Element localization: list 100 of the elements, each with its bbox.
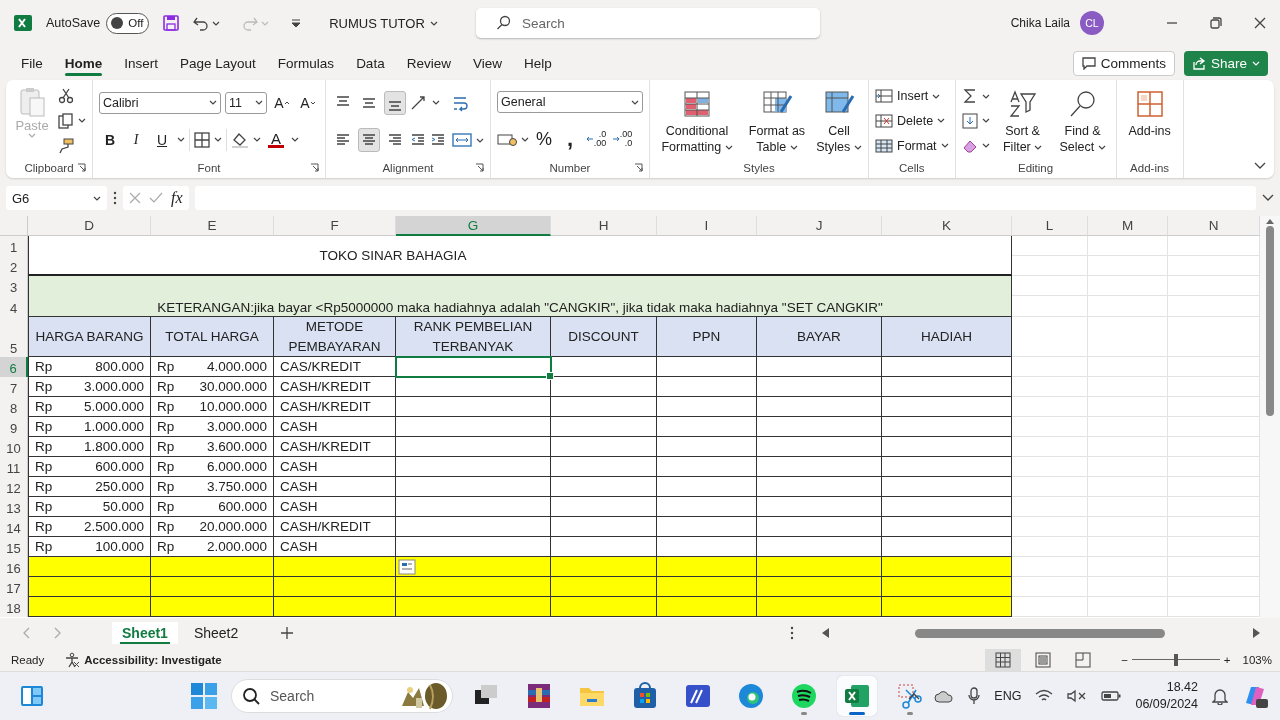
merge-center-icon[interactable] — [452, 132, 472, 148]
row-number[interactable]: 10 — [0, 437, 28, 457]
muted-speaker-icon[interactable] — [1067, 689, 1088, 703]
borders-icon[interactable] — [194, 131, 210, 148]
row-number[interactable]: 15 — [0, 537, 28, 557]
column-header[interactable]: K — [882, 216, 1012, 236]
italic-button[interactable]: I — [125, 127, 147, 152]
row-number[interactable]: 7 — [0, 377, 28, 397]
grow-font-button[interactable]: A — [271, 90, 293, 115]
increase-indent-icon[interactable] — [430, 131, 446, 148]
row-number[interactable]: 5 — [0, 317, 28, 357]
underline-button[interactable]: U — [151, 127, 173, 152]
name-box[interactable]: G6 — [6, 186, 107, 210]
insert-function-button[interactable]: fx — [171, 189, 183, 207]
cell-styles-button[interactable]: Cell Styles — [816, 84, 862, 158]
column-header[interactable]: L — [1012, 216, 1088, 236]
row-number[interactable]: 1 — [0, 236, 28, 256]
column-header[interactable]: I — [657, 216, 757, 236]
font-size-field[interactable]: 11 — [225, 91, 267, 114]
horizontal-scrollbar-thumb[interactable] — [915, 628, 1165, 638]
number-format-field[interactable]: General — [497, 91, 643, 113]
font-name-field[interactable]: Calibri — [99, 91, 221, 114]
row-number[interactable]: 9 — [0, 417, 28, 437]
row-number[interactable]: 18 — [0, 597, 28, 617]
notification-bell-icon[interactable] — [1212, 687, 1228, 705]
save-icon[interactable] — [163, 15, 180, 31]
column-header[interactable]: G — [396, 216, 551, 236]
search-field[interactable]: Search — [476, 8, 820, 38]
font-color-button[interactable]: A — [265, 127, 287, 152]
sheet-tab[interactable]: Sheet2 — [183, 622, 249, 644]
ribbon-tab[interactable]: Data — [356, 50, 385, 76]
document-title[interactable]: RUMUS TUTOR — [329, 15, 438, 31]
autosave-toggle[interactable]: Off — [106, 12, 150, 34]
dialog-launcher-icon[interactable] — [634, 163, 643, 172]
column-header[interactable]: H — [551, 216, 657, 236]
microphone-icon[interactable] — [968, 687, 981, 705]
zoom-slider-thumb[interactable] — [1173, 653, 1178, 666]
conditional-formatting-button[interactable]: Conditional Formatting — [656, 84, 738, 158]
wrap-text-icon[interactable] — [452, 94, 470, 112]
find-select-button[interactable]: Find & Select — [1055, 84, 1110, 158]
customize-toolbar-icon[interactable] — [291, 18, 302, 28]
scroll-up-icon[interactable] — [1266, 218, 1274, 224]
dialog-launcher-icon[interactable] — [77, 163, 86, 172]
ribbon-tab[interactable]: Home — [64, 50, 103, 76]
align-center-icon[interactable] — [358, 127, 380, 152]
quick-analysis-icon[interactable] — [398, 559, 416, 575]
add-ins-button[interactable]: Add-ins — [1122, 84, 1177, 158]
cut-icon[interactable] — [58, 88, 74, 105]
wifi-icon[interactable] — [1035, 689, 1054, 703]
sheet-tab[interactable]: Sheet1 — [112, 622, 178, 644]
ribbon-tab[interactable]: Review — [406, 50, 451, 76]
ribbon-tab[interactable]: Formulas — [277, 50, 335, 76]
more-options-icon[interactable] — [113, 191, 117, 205]
ribbon-tab[interactable]: File — [21, 50, 43, 76]
zoom-in-button[interactable]: + — [1223, 653, 1231, 666]
battery-icon[interactable] — [1101, 690, 1122, 702]
bold-button[interactable]: B — [99, 127, 121, 152]
language-indicator[interactable]: ENG — [994, 689, 1022, 703]
undo-icon[interactable] — [193, 15, 210, 31]
row-number[interactable]: 3 — [0, 276, 28, 296]
column-header[interactable]: D — [28, 216, 151, 236]
restore-icon[interactable] — [1210, 17, 1222, 29]
orientation-icon[interactable] — [410, 94, 428, 111]
ribbon-tab[interactable]: View — [472, 50, 502, 76]
row-number[interactable]: 12 — [0, 477, 28, 497]
insert-cells-button[interactable]: Insert — [875, 84, 949, 109]
percent-button[interactable]: % — [533, 127, 555, 151]
scroll-left-icon[interactable] — [822, 628, 829, 638]
row-number[interactable]: 6 — [0, 357, 28, 377]
ribbon-tab[interactable]: Insert — [124, 50, 159, 76]
format-painter-icon[interactable] — [58, 137, 74, 154]
excel-app-icon[interactable] — [837, 676, 877, 716]
add-sheet-icon[interactable] — [280, 626, 295, 640]
sort-filter-button[interactable]: Sort & Filter — [995, 84, 1050, 158]
accounting-format-icon[interactable] — [497, 131, 517, 147]
row-number[interactable]: 14 — [0, 517, 28, 537]
taskbar-search-field[interactable]: Search — [231, 679, 453, 713]
normal-view-icon[interactable] — [985, 648, 1022, 671]
column-header[interactable]: M — [1088, 216, 1168, 236]
row-number[interactable]: 16 — [0, 557, 28, 577]
expand-formula-icon[interactable] — [1262, 194, 1274, 202]
more-options-icon[interactable] — [790, 626, 794, 640]
row-number[interactable]: 17 — [0, 577, 28, 597]
cloud-icon[interactable] — [934, 689, 955, 703]
ribbon-tab[interactable]: Help — [523, 50, 552, 76]
increase-decimal-button[interactable]: .0 .00 — [585, 127, 607, 151]
widgets-icon[interactable] — [20, 685, 44, 707]
fill-down-icon[interactable] — [961, 113, 978, 129]
format-cells-button[interactable]: Format — [875, 133, 949, 158]
row-number[interactable]: 8 — [0, 397, 28, 417]
clock[interactable]: 18.42 06/09/2024 — [1135, 679, 1198, 713]
decrease-indent-icon[interactable] — [410, 131, 426, 148]
fill-bucket-icon[interactable] — [231, 131, 249, 148]
dialog-launcher-icon[interactable] — [475, 163, 484, 172]
autosum-icon[interactable] — [961, 88, 978, 105]
column-header[interactable]: E — [151, 216, 274, 236]
vertical-scrollbar-thumb[interactable] — [1266, 226, 1274, 416]
close-icon[interactable] — [1254, 17, 1266, 29]
ribbon-tab[interactable]: Page Layout — [180, 50, 256, 76]
row-number[interactable]: 13 — [0, 497, 28, 517]
